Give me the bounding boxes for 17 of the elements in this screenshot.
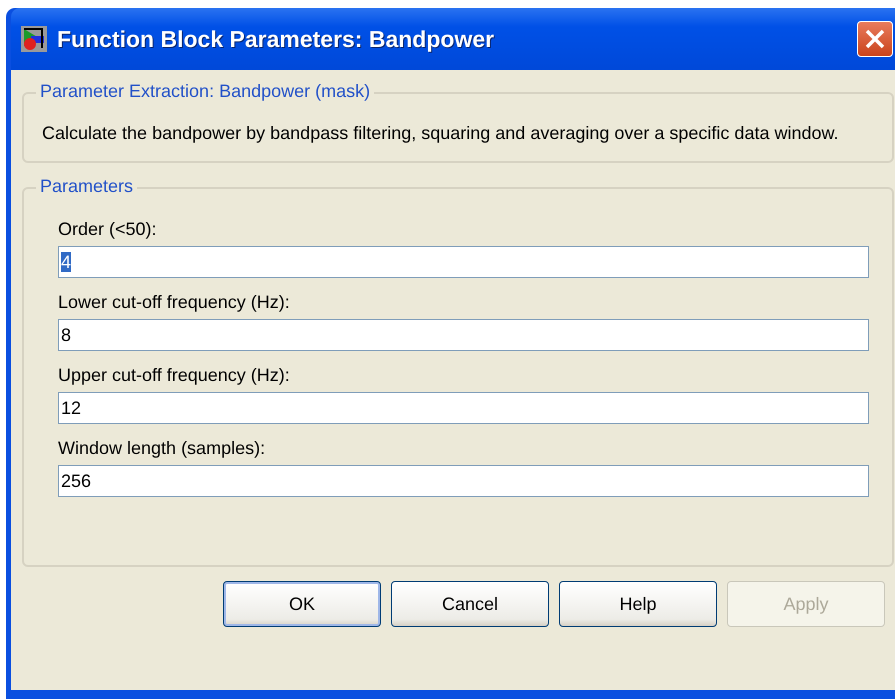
close-button[interactable]	[857, 21, 893, 57]
window-title: Function Block Parameters: Bandpower	[57, 26, 496, 52]
field-label: Upper cut-off frequency (Hz):	[58, 365, 291, 386]
dialog-button[interactable]: Cancel	[391, 581, 549, 627]
description-text: Calculate the bandpower by bandpass filtering, squaring and averaging over a specific data window.	[42, 122, 840, 145]
field-label: Order (<50):	[58, 219, 158, 240]
close-icon	[864, 28, 886, 50]
field-label: Lower cut-off frequency (Hz):	[58, 292, 291, 313]
group-title: Parameter Extraction: Bandpower (mask)	[36, 81, 374, 102]
input-field[interactable]: 256	[58, 465, 869, 497]
input-field[interactable]: 8	[58, 319, 869, 351]
app-icon	[21, 26, 47, 52]
field-label: Window length (samples):	[58, 438, 266, 459]
input-field[interactable]: 12	[58, 392, 869, 424]
dialog-button[interactable]: OK	[223, 581, 381, 627]
input-field[interactable]: 4	[58, 246, 869, 278]
dialog-button[interactable]: Help	[559, 581, 717, 627]
